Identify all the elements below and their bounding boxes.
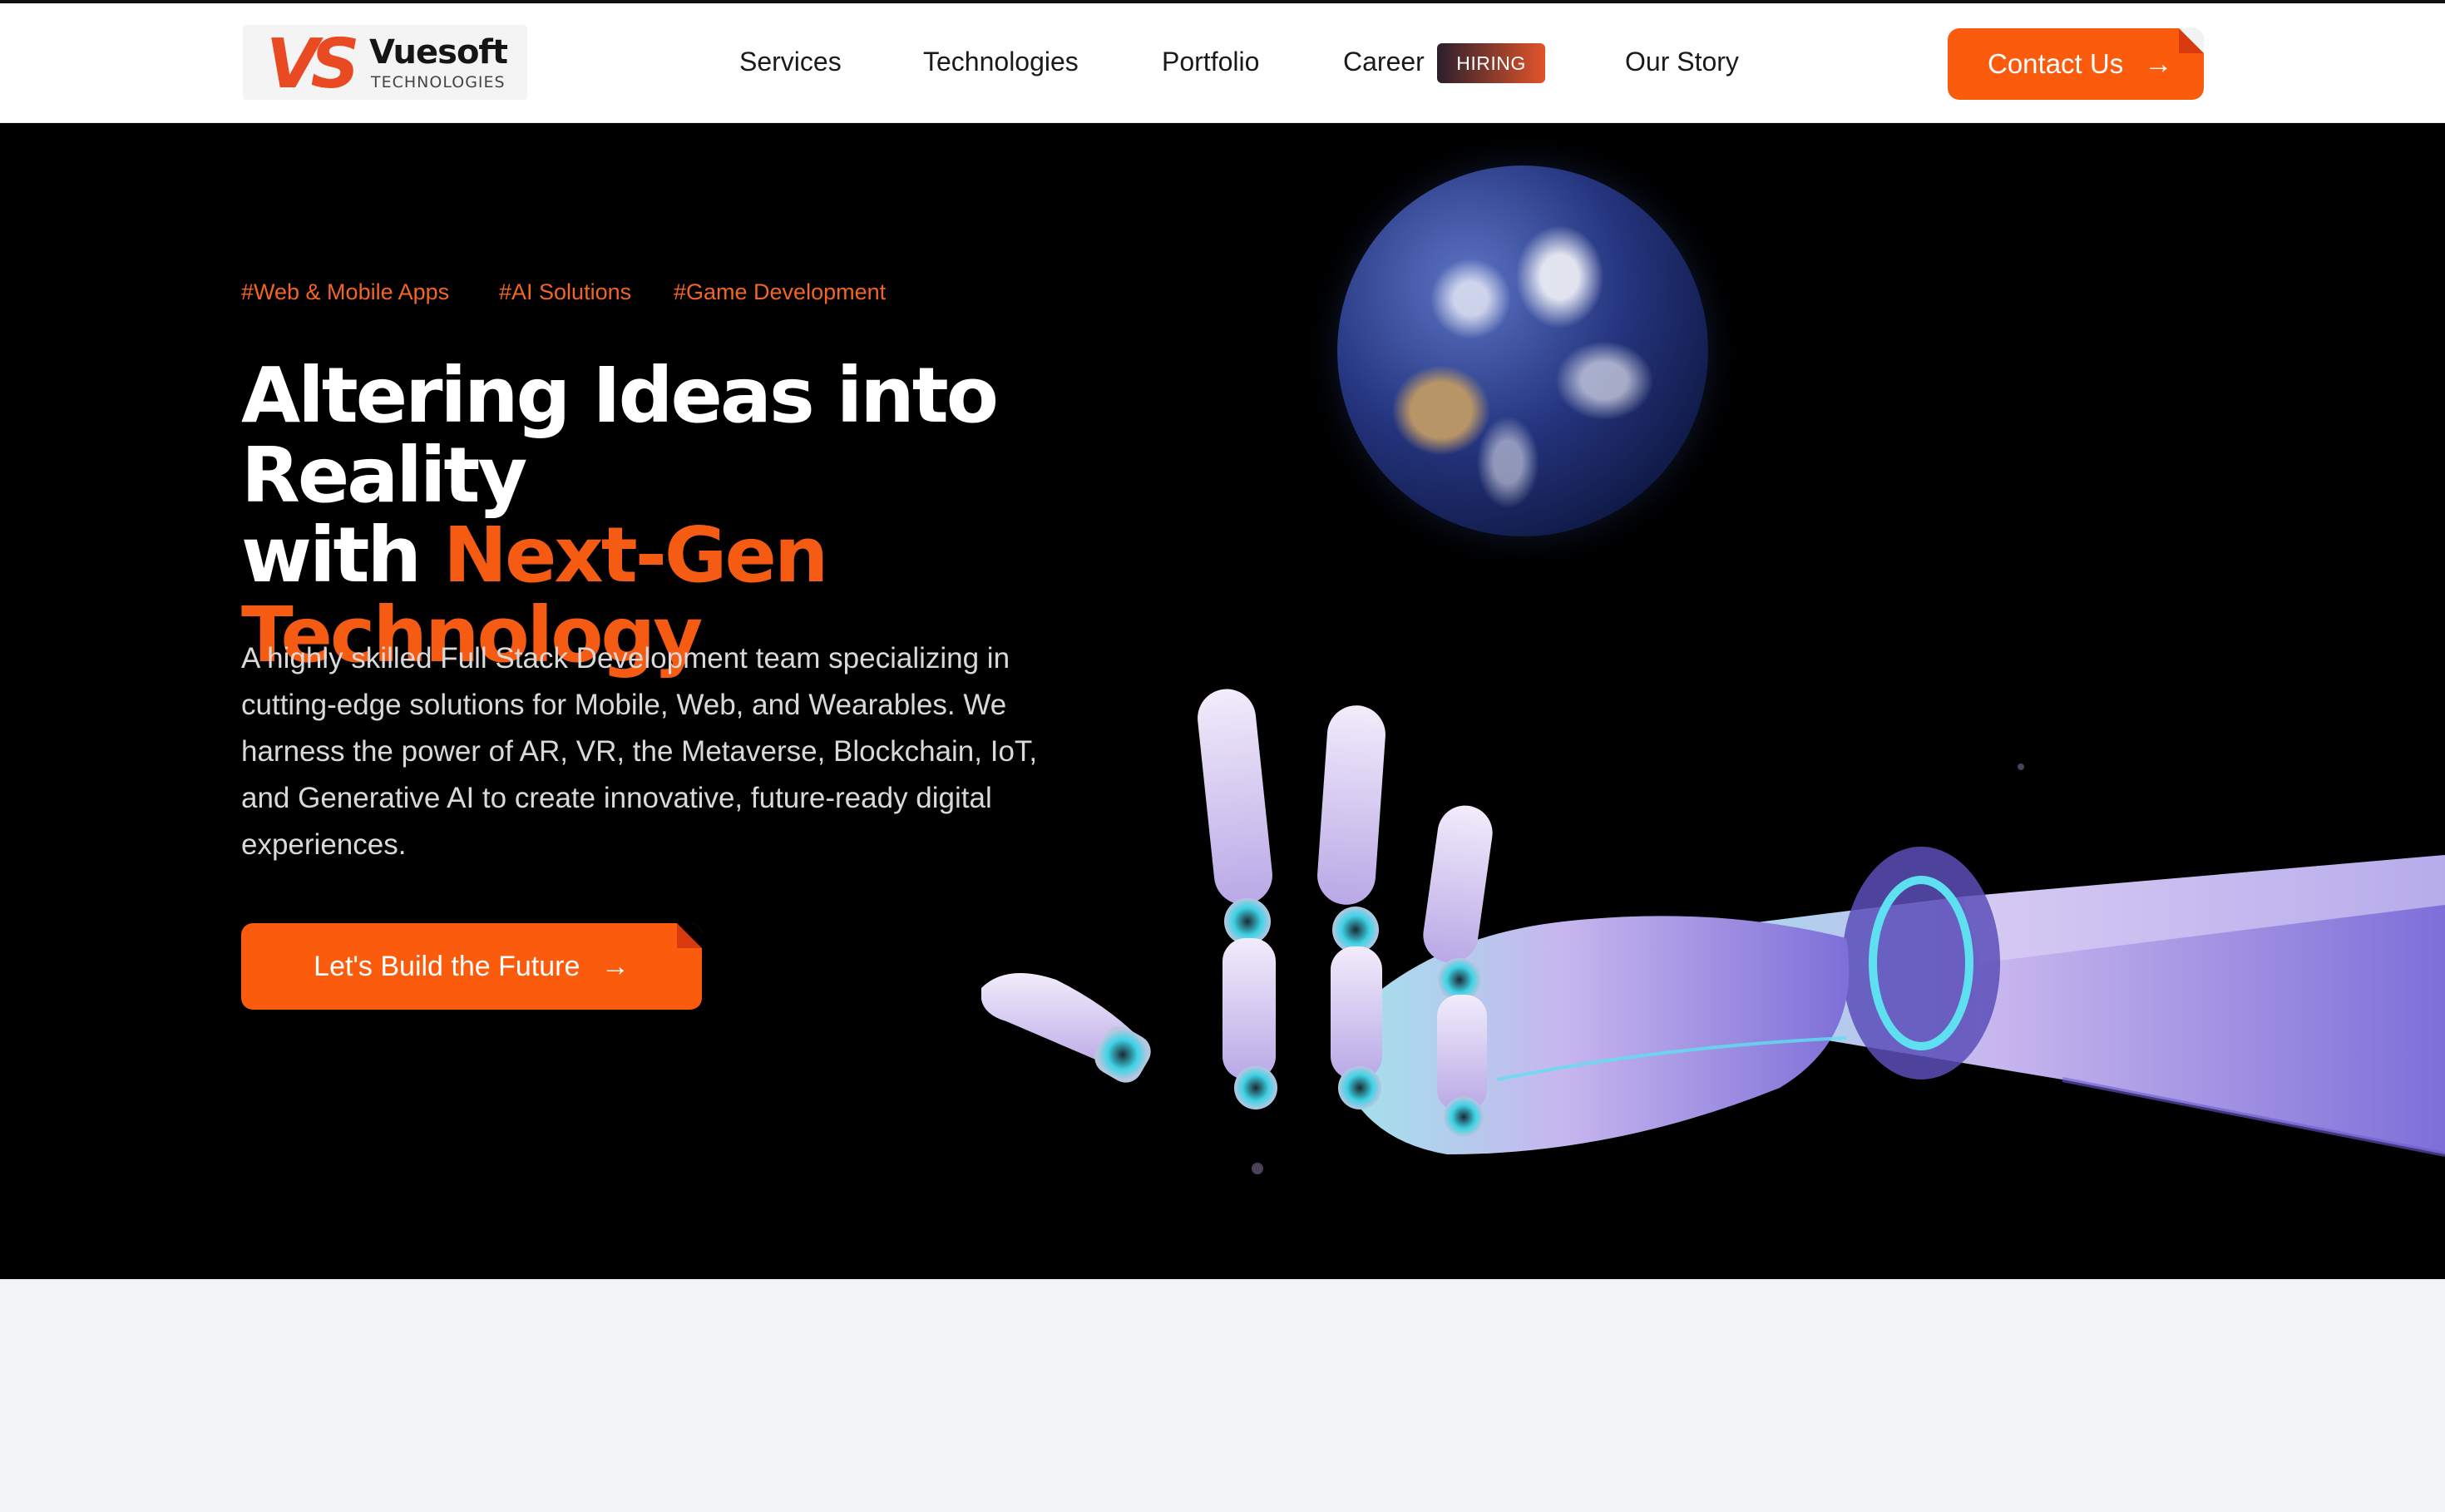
nav-career[interactable]: Career — [1343, 45, 1425, 78]
page-content-below — [0, 1279, 2445, 1512]
contact-us-label: Contact Us — [1988, 48, 2124, 79]
arrow-right-icon: → — [2144, 48, 2173, 80]
logo-mark: VS — [266, 25, 359, 104]
nav-portfolio[interactable]: Portfolio — [1162, 45, 1259, 78]
vuesoft-logo[interactable]: VS Vuesoft TECHNOLOGIES — [243, 25, 527, 100]
folded-corner-icon — [2179, 28, 2204, 53]
contact-us-button[interactable]: Contact Us → — [1948, 28, 2204, 100]
site-header: VS Vuesoft TECHNOLOGIES Services Technol… — [0, 3, 2445, 123]
headline-line-1: Altering Ideas into Reality — [241, 351, 999, 520]
hiring-badge[interactable]: HIRING — [1437, 43, 1545, 83]
hero-headline: Altering Ideas into Reality with Next-Ge… — [241, 356, 1239, 675]
tag-game-development[interactable]: #Game Development — [674, 279, 886, 305]
arrow-right-icon: → — [600, 951, 630, 982]
logo-subtitle: TECHNOLOGIES — [371, 73, 506, 91]
logo-name: Vuesoft — [369, 33, 508, 72]
tag-ai-solutions[interactable]: #AI Solutions — [499, 279, 631, 305]
hero-section: #Web & Mobile Apps #AI Solutions #Game D… — [0, 123, 2445, 1279]
particle-dot — [2018, 763, 2024, 770]
nav-services[interactable]: Services — [739, 45, 842, 78]
folded-corner-icon — [677, 923, 702, 948]
headline-accent-nextgen: Next-Gen — [443, 511, 828, 600]
nav-our-story[interactable]: Our Story — [1625, 45, 1739, 78]
headline-line-2-prefix: with — [241, 511, 444, 600]
hero-description: A highly skilled Full Stack Development … — [241, 642, 1038, 861]
build-future-label: Let's Build the Future — [314, 951, 580, 982]
tag-web-mobile[interactable]: #Web & Mobile Apps — [241, 279, 449, 305]
earth-image — [1337, 166, 1708, 536]
build-future-button[interactable]: Let's Build the Future → — [241, 923, 702, 1010]
robotic-hand-image — [981, 689, 2445, 1157]
nav-technologies[interactable]: Technologies — [923, 45, 1079, 78]
particle-dot — [1252, 1163, 1263, 1174]
